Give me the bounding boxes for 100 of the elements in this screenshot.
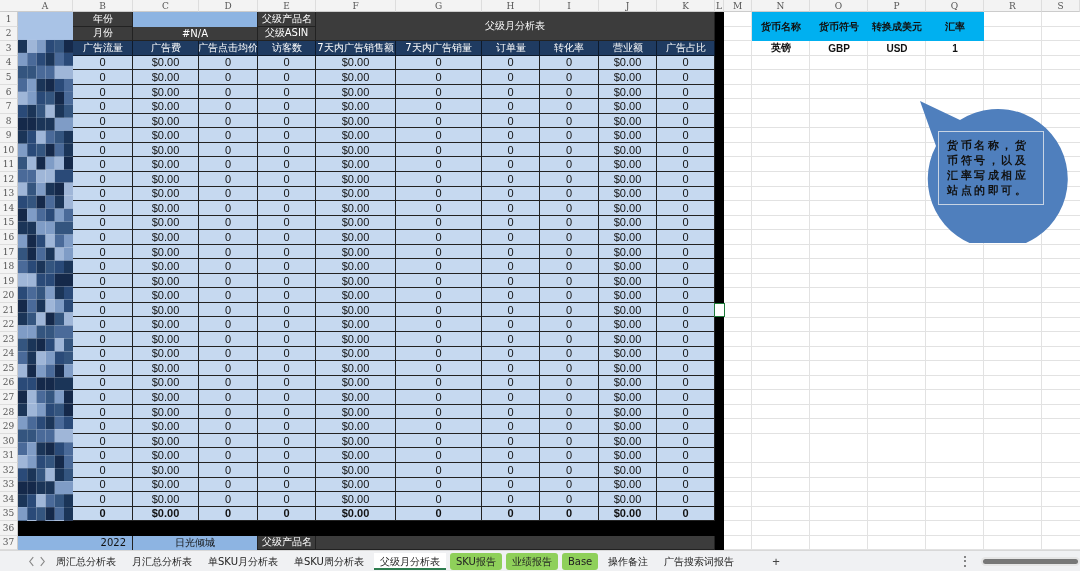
row-header[interactable]: 29: [0, 419, 18, 434]
row-header[interactable]: 22: [0, 317, 18, 333]
selected-cell[interactable]: [714, 302, 725, 318]
table-cell: 0: [396, 419, 482, 434]
column-header[interactable]: P: [868, 0, 926, 12]
column-header[interactable]: H: [482, 0, 540, 12]
table-cell: 0: [482, 492, 540, 507]
table-cell: 0: [657, 419, 715, 434]
table-cell: 0: [73, 317, 133, 333]
next-icon[interactable]: [39, 555, 46, 567]
table-cell: 0: [482, 230, 540, 245]
table-cell: 0: [540, 492, 599, 507]
table-cell: 0: [482, 157, 540, 172]
row-header[interactable]: 7: [0, 99, 18, 114]
column-header[interactable]: Q: [926, 0, 984, 12]
table-cell: 0: [199, 157, 258, 172]
table-cell: 0: [482, 332, 540, 347]
table-cell: $0.00: [599, 390, 657, 405]
table-cell: 0: [199, 70, 258, 85]
column-header[interactable]: M: [724, 0, 752, 12]
column-header[interactable]: C: [133, 0, 199, 12]
table-cell: 0: [482, 390, 540, 405]
add-sheet-button[interactable]: +: [764, 553, 788, 569]
more-button[interactable]: ⋮: [953, 553, 977, 569]
table-cell: $0.00: [133, 332, 199, 347]
column-header[interactable]: F: [316, 0, 396, 12]
row-header[interactable]: 5: [0, 70, 18, 85]
table-cell: $0.00: [316, 230, 396, 245]
row-header[interactable]: 9: [0, 128, 18, 143]
table-cell: 0: [482, 99, 540, 114]
column-title: 货币符号: [810, 12, 868, 42]
table-cell-text: USD: [885, 41, 909, 56]
table-cell: 0: [482, 201, 540, 216]
table-cell: $0.00: [316, 419, 396, 434]
table-cell: $0.00: [599, 288, 657, 303]
column-header[interactable]: S: [1042, 0, 1080, 12]
row-header[interactable]: 23: [0, 332, 18, 347]
table-cell: 0: [73, 448, 133, 463]
table-cell: $0.00: [133, 317, 199, 333]
row-header[interactable]: 20: [0, 288, 18, 303]
sheet-tab[interactable]: 业绩报告: [505, 552, 558, 570]
column-header[interactable]: E: [258, 0, 316, 12]
column-header[interactable]: K: [657, 0, 715, 12]
row-header[interactable]: 36: [0, 521, 18, 536]
table-cell: 0: [657, 128, 715, 143]
table-cell: 0: [258, 332, 316, 347]
table-cell: 0: [396, 317, 482, 333]
table-cell: 0: [657, 332, 715, 347]
table-cell: 0: [199, 448, 258, 463]
label-cell: 父级产品名: [258, 12, 316, 27]
table-cell: 0: [396, 230, 482, 245]
column-title: 汇率: [926, 12, 984, 42]
table-cell: 0: [657, 70, 715, 85]
sheet-tab[interactable]: SKU报告: [449, 552, 502, 570]
row-header[interactable]: 31: [0, 448, 18, 463]
sheet-tab[interactable]: Base: [561, 552, 599, 570]
column-header[interactable]: O: [810, 0, 868, 12]
table-cell: 0: [199, 172, 258, 187]
row-header[interactable]: 18: [0, 259, 18, 274]
table-cell: $0.00: [599, 317, 657, 333]
horizontal-scrollbar[interactable]: [981, 556, 1080, 566]
row-header[interactable]: 14: [0, 201, 18, 216]
column-header[interactable]: I: [540, 0, 599, 12]
table-cell: 0: [258, 448, 316, 463]
table-cell: 0: [482, 448, 540, 463]
row-header[interactable]: 11: [0, 157, 18, 172]
column-header[interactable]: A: [18, 0, 73, 12]
table-cell: 0: [540, 201, 599, 216]
table-cell: $0.00: [133, 70, 199, 85]
table-cell: 0: [657, 201, 715, 216]
column-header[interactable]: J: [599, 0, 657, 12]
column-header[interactable]: N: [752, 0, 810, 12]
table-cell: 0: [396, 492, 482, 507]
row-header[interactable]: 12: [0, 172, 18, 187]
callout-text: 货币名称，货币符号，以及汇率写成相应站点的即可。: [938, 131, 1044, 205]
row-header[interactable]: 16: [0, 230, 18, 245]
column-header[interactable]: G: [396, 0, 482, 12]
table-cell: $0.00: [316, 317, 396, 333]
row-header[interactable]: 25: [0, 361, 18, 376]
table-cell: $0.00: [133, 259, 199, 274]
table-cell: $0.00: [599, 448, 657, 463]
table-cell: 0: [258, 201, 316, 216]
table-cell: 0: [258, 172, 316, 187]
table-cell: 0: [396, 172, 482, 187]
column-header[interactable]: R: [984, 0, 1042, 12]
previous-icon[interactable]: [28, 555, 35, 567]
row-header[interactable]: 34: [0, 492, 18, 507]
table-cell: 0: [199, 332, 258, 347]
row-header[interactable]: 1: [0, 12, 18, 27]
column-header[interactable]: D: [199, 0, 258, 12]
table-cell: 0: [657, 361, 715, 376]
column-header[interactable]: B: [73, 0, 133, 12]
table-cell: $0.00: [599, 361, 657, 376]
table-cell-text: GBP: [827, 41, 851, 56]
table-cell: $0.00: [133, 448, 199, 463]
table-cell: 0: [199, 230, 258, 245]
table-cell: 0: [199, 128, 258, 143]
row-header[interactable]: 3: [0, 41, 18, 56]
sheet-tab[interactable]: 父级月分析表: [373, 552, 446, 570]
row-header[interactable]: 27: [0, 390, 18, 405]
